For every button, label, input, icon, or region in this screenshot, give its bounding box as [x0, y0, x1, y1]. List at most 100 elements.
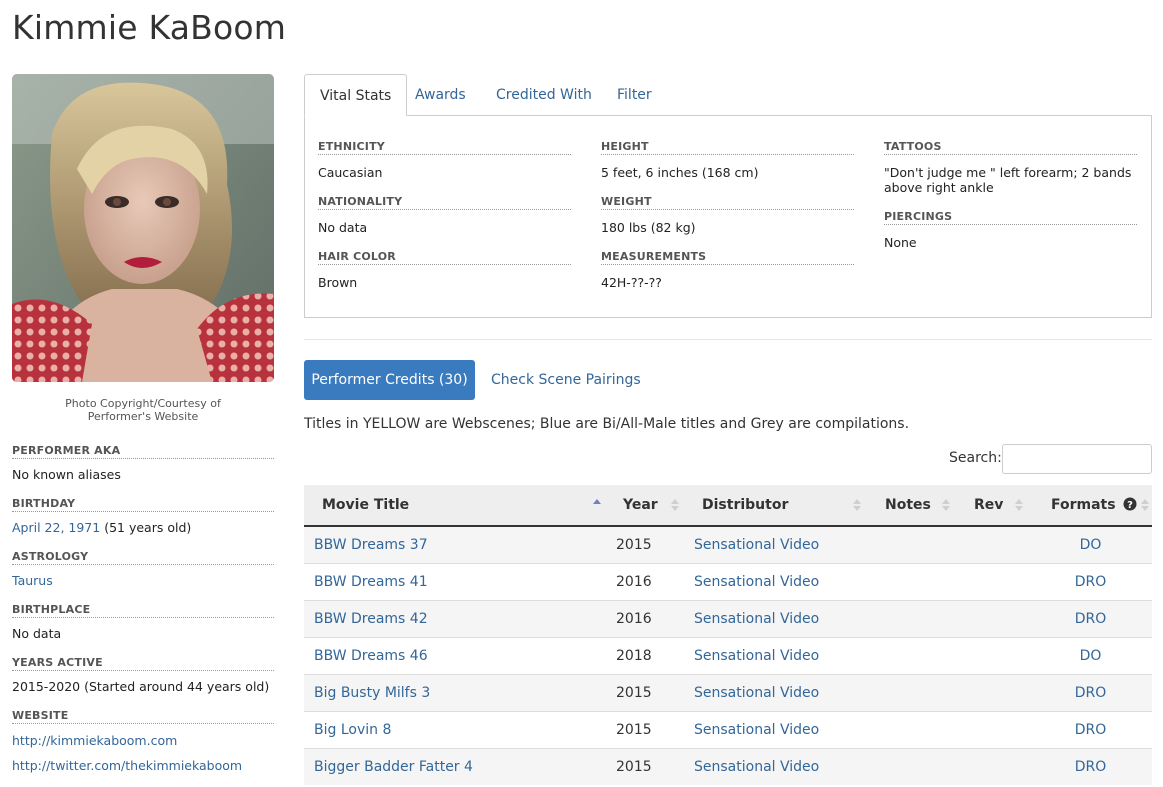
movie-notes	[867, 747, 956, 785]
tab-credited-with[interactable]: Credited With	[481, 74, 607, 116]
stat-label-height: Height	[601, 140, 854, 155]
stat-value-weight: 180 lbs (82 kg)	[601, 220, 696, 235]
bio-value: Taurus	[12, 565, 274, 603]
photo-credit-line2: Performer's Website	[87, 410, 199, 423]
movie-rev	[956, 525, 1029, 563]
birthday-age: (51 years old)	[100, 520, 192, 535]
stat-label-measurements: Measurements	[601, 250, 854, 265]
website-link[interactable]: http://kimmiekaboom.com	[12, 733, 177, 748]
col-header-label: Distributor	[702, 497, 789, 513]
bio-website: Website http://kimmiekaboom.com http://t…	[12, 709, 274, 787]
sort-arrows-icon	[670, 485, 680, 526]
stat-value-nationality: No data	[318, 220, 368, 235]
formats-link[interactable]: DRO	[1075, 722, 1107, 738]
tab-awards[interactable]: Awards	[400, 74, 481, 116]
col-header-formats[interactable]: Formats ?	[1029, 485, 1152, 527]
distributor-link[interactable]: Sensational Video	[694, 564, 819, 601]
col-header-label: Movie Title	[322, 497, 410, 513]
movie-rev	[956, 599, 1029, 637]
bio-aka: Performer AKA No known aliases	[12, 444, 274, 497]
col-header-label: Rev	[974, 497, 1004, 513]
distributor-link[interactable]: Sensational Video	[694, 675, 819, 712]
tab-vital-stats[interactable]: Vital Stats	[304, 74, 408, 116]
movie-year: 2015	[616, 537, 652, 553]
table-row: Bigger Badder Fatter 4 2015 Sensational …	[304, 747, 1152, 786]
bio-label: Astrology	[12, 550, 274, 565]
bio-value: No known aliases	[12, 467, 121, 482]
distributor-link[interactable]: Sensational Video	[694, 712, 819, 749]
scene-pairings-link[interactable]: Check Scene Pairings	[491, 360, 641, 400]
movie-year: 2018	[616, 647, 652, 664]
formats-link[interactable]: DO	[1080, 537, 1102, 553]
page-title: Kimmie KaBoom	[12, 8, 287, 47]
col-header-label: Notes	[885, 497, 931, 513]
section-divider	[304, 339, 1152, 340]
birthday-link[interactable]: April 22, 1971	[12, 520, 100, 535]
bio-birthplace: Birthplace No data	[12, 603, 274, 656]
bio-astrology: Astrology Taurus	[12, 550, 274, 603]
movie-title-link[interactable]: Big Lovin 8	[314, 712, 391, 749]
table-row: BBW Dreams 42 2016 Sensational Video DRO	[304, 599, 1152, 638]
performer-credits-button[interactable]: Performer Credits (30)	[304, 360, 475, 400]
movie-rev	[956, 710, 1029, 748]
question-circle-icon[interactable]: ?	[1123, 497, 1137, 511]
table-header-row: Movie Title Year Distributor Notes Rev F…	[304, 485, 1152, 527]
sort-arrows-icon	[1014, 485, 1024, 526]
bio-value: No data	[12, 626, 62, 641]
twitter-link[interactable]: http://twitter.com/thekimmiekaboom	[12, 758, 242, 773]
bio-label: Years Active	[12, 656, 274, 671]
stat-label-tattoos: Tattoos	[884, 140, 1137, 155]
distributor-link[interactable]: Sensational Video	[694, 601, 819, 638]
movie-title-link[interactable]: Bigger Badder Fatter 4	[314, 749, 473, 786]
movie-year: 2016	[616, 610, 652, 627]
movie-title-link[interactable]: BBW Dreams 42	[314, 601, 428, 638]
formats-label: Formats	[1051, 497, 1116, 513]
stats-column-3: Tattoos "Don't judge me " left forearm; …	[884, 140, 1137, 265]
movie-notes	[867, 673, 956, 711]
performer-sidebar: Photo Copyright/Courtesy of Performer's …	[12, 74, 274, 787]
distributor-link[interactable]: Sensational Video	[694, 638, 819, 675]
sort-arrows-icon	[941, 485, 951, 526]
astrology-link[interactable]: Taurus	[12, 573, 53, 588]
col-header-rev[interactable]: Rev	[956, 485, 1029, 527]
table-row: Big Lovin 8 2015 Sensational Video DRO	[304, 710, 1152, 749]
formats-link[interactable]: DRO	[1075, 611, 1107, 627]
movie-rev	[956, 636, 1029, 674]
stat-label-hair-color: Hair Color	[318, 250, 571, 265]
color-legend-text: Titles in YELLOW are Webscenes; Blue are…	[304, 416, 910, 432]
formats-link[interactable]: DO	[1080, 648, 1102, 664]
stat-label-nationality: Nationality	[318, 195, 571, 210]
tab-filter[interactable]: Filter	[602, 74, 667, 116]
main-content: Vital Stats Awards Credited With Filter …	[304, 74, 1152, 785]
col-header-label: Formats ?	[1051, 485, 1137, 526]
movie-rev	[956, 673, 1029, 711]
stat-label-ethnicity: Ethnicity	[318, 140, 571, 155]
movie-title-link[interactable]: BBW Dreams 41	[314, 564, 428, 601]
movie-notes	[867, 710, 956, 748]
distributor-link[interactable]: Sensational Video	[694, 749, 819, 786]
search-label: Search:	[949, 450, 1002, 466]
stats-column-1: Ethnicity Caucasian Nationality No data …	[318, 140, 571, 305]
credits-table: Movie Title Year Distributor Notes Rev F…	[304, 485, 1152, 785]
bio-label: Birthday	[12, 497, 274, 512]
bio-label: Birthplace	[12, 603, 274, 618]
col-header-movie-title[interactable]: Movie Title	[304, 485, 604, 527]
formats-link[interactable]: DRO	[1075, 685, 1107, 701]
stat-value-ethnicity: Caucasian	[318, 165, 383, 180]
movie-title-link[interactable]: BBW Dreams 37	[314, 527, 428, 564]
photo-credit-line1: Photo Copyright/Courtesy of	[65, 397, 221, 410]
col-header-notes[interactable]: Notes	[867, 485, 956, 527]
formats-link[interactable]: DRO	[1075, 759, 1107, 775]
movie-year: 2015	[616, 684, 652, 701]
movie-year: 2016	[616, 573, 652, 590]
bio-label: Performer AKA	[12, 444, 274, 459]
movie-title-link[interactable]: BBW Dreams 46	[314, 638, 428, 675]
distributor-link[interactable]: Sensational Video	[694, 527, 819, 564]
search-input[interactable]	[1002, 444, 1152, 474]
bio-value: 2015-2020 (Started around 44 years old)	[12, 679, 270, 694]
movie-notes	[867, 599, 956, 637]
movie-title-link[interactable]: Big Busty Milfs 3	[314, 675, 430, 712]
col-header-year[interactable]: Year	[604, 485, 684, 527]
col-header-distributor[interactable]: Distributor	[684, 485, 867, 527]
formats-link[interactable]: DRO	[1075, 574, 1107, 590]
